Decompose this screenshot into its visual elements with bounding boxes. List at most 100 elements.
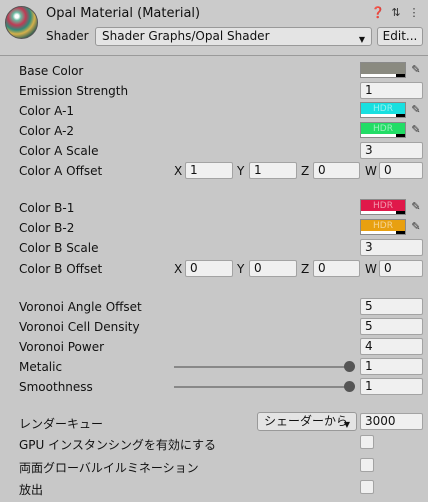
property-row-emission: 放出 [0, 478, 428, 498]
axis-label-x: X [174, 262, 183, 276]
property-label: Color A Offset [19, 164, 103, 178]
property-label: 放出 [19, 483, 44, 497]
property-row-color-b-scale: Color B Scale 3 [0, 238, 428, 258]
property-label: Base Color [19, 64, 84, 78]
axis-label-x: X [174, 164, 183, 178]
hdr-tag: HDR [373, 104, 393, 114]
edit-shader-button[interactable]: Edit... [377, 27, 423, 46]
property-row-smoothness: Smoothness 1 [0, 377, 428, 397]
shader-label: Shader [46, 29, 89, 43]
property-row-base-color: Base Color ✎ [0, 61, 428, 81]
axis-label-z: Z [301, 262, 310, 276]
property-label: Color A-1 [19, 104, 75, 118]
color-a-offset-y-input[interactable]: 1 [249, 162, 297, 179]
hdr-tag: HDR [373, 124, 393, 134]
hdr-tag: HDR [373, 201, 393, 211]
color-swatch-color-b2[interactable]: HDR [360, 219, 406, 235]
property-row-color-b-offset: Color B Offset X 0 Y 0 Z 0 W 0 [0, 259, 428, 279]
color-b-offset-z-input[interactable]: 0 [313, 260, 360, 277]
axis-label-y: Y [237, 164, 245, 178]
alpha-bar [361, 211, 405, 214]
axis-label-y: Y [237, 262, 245, 276]
property-label: 両面グローバルイルミネーション [19, 461, 199, 475]
property-row-color-a-offset: Color A Offset X 1 Y 1 Z 0 W 0 [0, 161, 428, 181]
metalic-slider-track[interactable] [174, 366, 350, 368]
eyedropper-icon[interactable]: ✎ [408, 199, 424, 215]
menu-icon[interactable]: ⋮ [408, 6, 420, 19]
property-row-color-a2: Color A-2 HDR ✎ [0, 121, 428, 141]
voronoi-cell-density-input[interactable]: 5 [360, 318, 423, 335]
property-row-render-queue: レンダーキュー シェーダーから ▼ 3000 [0, 412, 428, 432]
smoothness-slider-track[interactable] [174, 386, 350, 388]
preset-icon[interactable]: ⇅ [390, 6, 402, 19]
voronoi-angle-offset-input[interactable]: 5 [360, 298, 423, 315]
metalic-slider-handle[interactable] [344, 361, 355, 372]
property-row-gpu-instancing: GPU インスタンシングを有効にする [0, 433, 428, 453]
property-label: Smoothness [19, 380, 93, 394]
render-queue-dropdown[interactable]: シェーダーから ▼ [257, 412, 357, 431]
smoothness-slider-handle[interactable] [344, 381, 355, 392]
property-label: Color A Scale [19, 144, 99, 158]
header-icons: ❓ ⇅ ⋮ [371, 6, 420, 19]
color-b-offset-w-input[interactable]: 0 [379, 260, 423, 277]
color-a-offset-z-input[interactable]: 0 [313, 162, 360, 179]
property-row-color-b1: Color B-1 HDR ✎ [0, 198, 428, 218]
eyedropper-icon[interactable]: ✎ [408, 219, 424, 235]
smoothness-input[interactable]: 1 [360, 378, 423, 395]
property-label: GPU インスタンシングを有効にする [19, 438, 217, 452]
axis-label-z: Z [301, 164, 310, 178]
property-label: Metalic [19, 360, 63, 374]
color-b-offset-y-input[interactable]: 0 [249, 260, 297, 277]
color-b-offset-x-input[interactable]: 0 [185, 260, 233, 277]
property-label: Voronoi Power [19, 340, 105, 354]
property-label: Color B-2 [19, 221, 75, 235]
property-row-color-a-scale: Color A Scale 3 [0, 141, 428, 161]
alpha-bar [361, 114, 405, 117]
chevron-down-icon: ▼ [343, 420, 350, 429]
property-row-voronoi-cell-density: Voronoi Cell Density 5 [0, 317, 428, 337]
property-label: Emission Strength [19, 84, 129, 98]
axis-label-w: W [365, 164, 377, 178]
alpha-bar [361, 74, 405, 77]
render-queue-dropdown-value: シェーダーから [264, 414, 349, 428]
shader-dropdown[interactable]: Shader Graphs/Opal Shader ▼ [95, 27, 372, 46]
axis-label-w: W [365, 262, 377, 276]
hdr-tag: HDR [373, 221, 393, 231]
property-label: レンダーキュー [19, 417, 104, 431]
property-label: Voronoi Cell Density [19, 320, 140, 334]
eyedropper-icon[interactable]: ✎ [408, 62, 424, 78]
property-label: Color A-2 [19, 124, 75, 138]
eyedropper-icon[interactable]: ✎ [408, 102, 424, 118]
color-b-scale-input[interactable]: 3 [360, 239, 423, 256]
emission-strength-input[interactable]: 1 [360, 82, 423, 99]
color-swatch-base-color[interactable] [360, 62, 406, 78]
emission-checkbox[interactable] [360, 480, 374, 494]
property-label: Color B-1 [19, 201, 75, 215]
color-a-offset-w-input[interactable]: 0 [379, 162, 423, 179]
voronoi-power-input[interactable]: 4 [360, 338, 423, 355]
alpha-bar [361, 134, 405, 137]
inspector-header: Opal Material (Material) ❓ ⇅ ⋮ Shader Sh… [0, 0, 428, 56]
double-sided-gi-checkbox[interactable] [360, 458, 374, 472]
property-label: Voronoi Angle Offset [19, 300, 142, 314]
color-a-offset-x-input[interactable]: 1 [185, 162, 233, 179]
help-icon[interactable]: ❓ [371, 6, 385, 19]
render-queue-input[interactable]: 3000 [360, 413, 423, 430]
property-label: Color B Scale [19, 241, 99, 255]
color-a-scale-input[interactable]: 3 [360, 142, 423, 159]
color-swatch-color-a1[interactable]: HDR [360, 102, 406, 118]
property-row-voronoi-power: Voronoi Power 4 [0, 337, 428, 357]
eyedropper-icon[interactable]: ✎ [408, 122, 424, 138]
property-row-double-sided-gi: 両面グローバルイルミネーション [0, 456, 428, 476]
shader-dropdown-value: Shader Graphs/Opal Shader [102, 29, 270, 43]
gpu-instancing-checkbox[interactable] [360, 435, 374, 449]
material-title: Opal Material (Material) [46, 6, 201, 21]
chevron-down-icon: ▼ [358, 35, 365, 44]
property-row-metalic: Metalic 1 [0, 357, 428, 377]
metalic-input[interactable]: 1 [360, 358, 423, 375]
property-row-voronoi-angle-offset: Voronoi Angle Offset 5 [0, 297, 428, 317]
color-swatch-color-b1[interactable]: HDR [360, 199, 406, 215]
color-swatch-color-a2[interactable]: HDR [360, 122, 406, 138]
property-row-color-b2: Color B-2 HDR ✎ [0, 218, 428, 238]
alpha-bar [361, 231, 405, 234]
